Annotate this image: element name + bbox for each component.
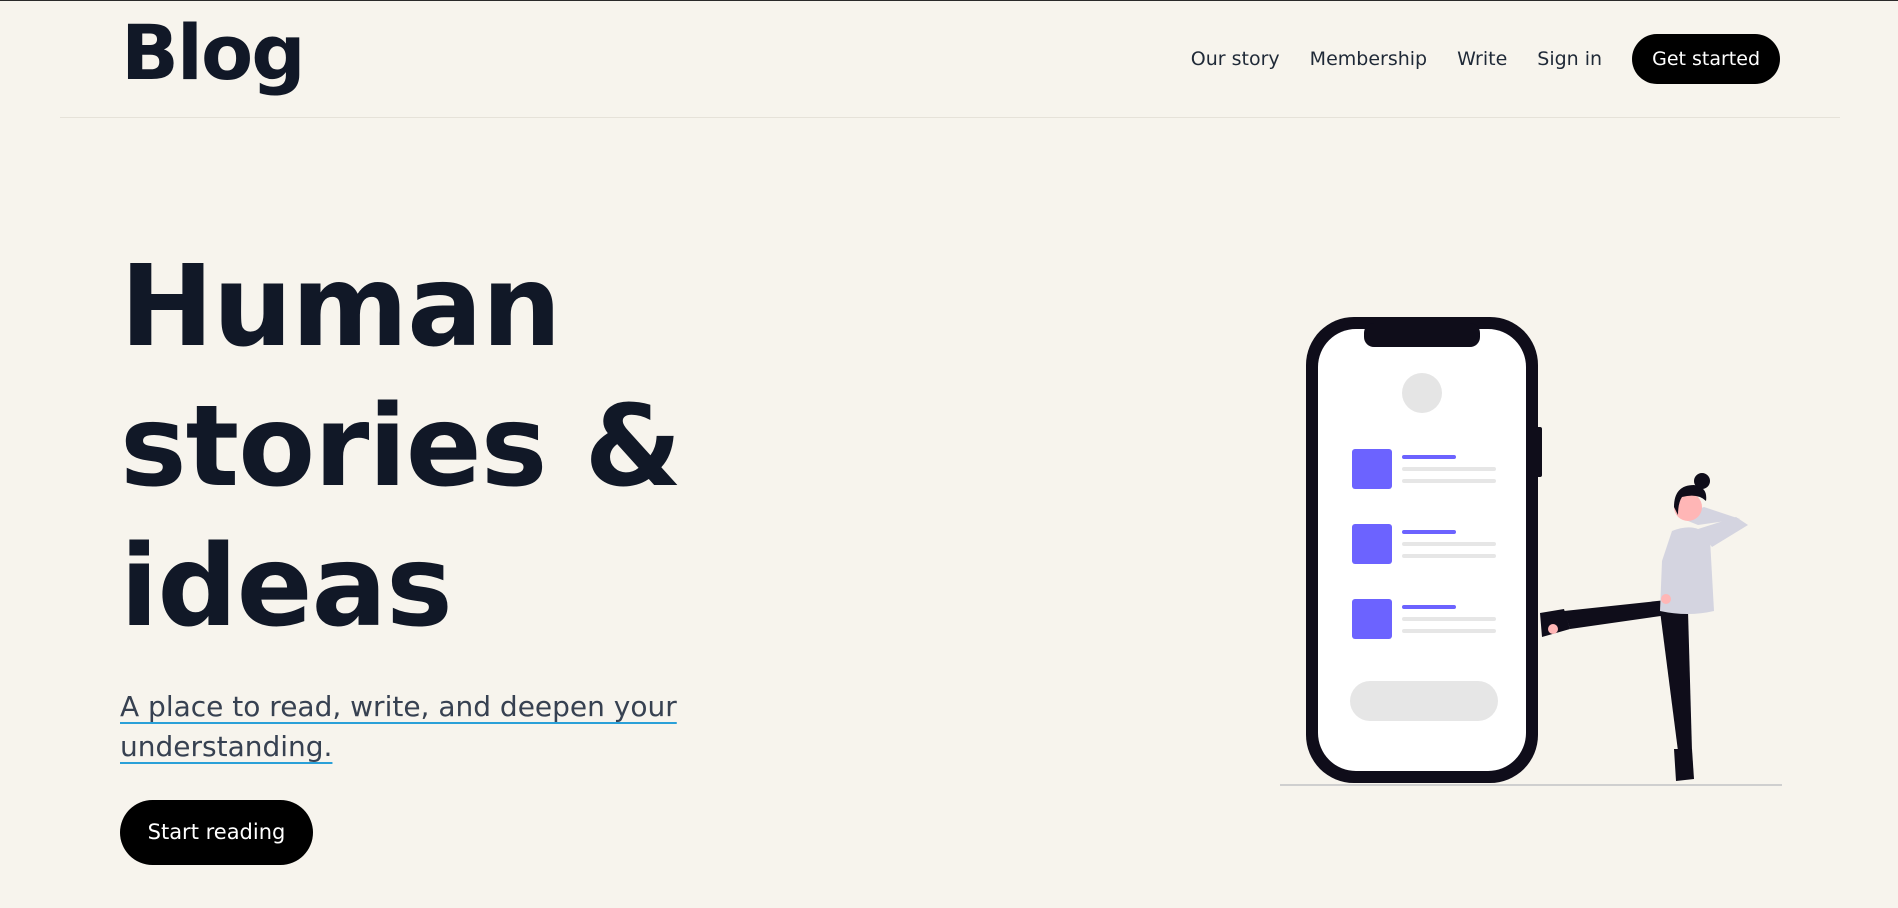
hero-title-line-3: ideas: [120, 522, 453, 652]
hero-subtitle: A place to read, write, and deepen your …: [120, 690, 677, 763]
hero-title: Human stories & ideas: [120, 237, 682, 657]
nav-write[interactable]: Write: [1457, 48, 1507, 70]
main-nav: Our story Membership Write Sign in Get s…: [1191, 34, 1780, 84]
site-header: Blog Our story Membership Write Sign in …: [60, 1, 1840, 118]
nav-membership[interactable]: Membership: [1310, 48, 1427, 70]
get-started-button[interactable]: Get started: [1632, 34, 1780, 84]
site-logo[interactable]: Blog: [121, 15, 306, 91]
hero-title-line-1: Human: [120, 242, 561, 372]
person-graphic: [1540, 473, 1748, 781]
nav-sign-in[interactable]: Sign in: [1537, 48, 1602, 70]
hero-title-line-2: stories &: [120, 382, 682, 512]
phone-graphic: [1306, 317, 1542, 783]
phone-person-illustration-icon: [1280, 317, 1782, 786]
start-reading-button[interactable]: Start reading: [120, 800, 313, 865]
nav-our-story[interactable]: Our story: [1191, 48, 1280, 70]
